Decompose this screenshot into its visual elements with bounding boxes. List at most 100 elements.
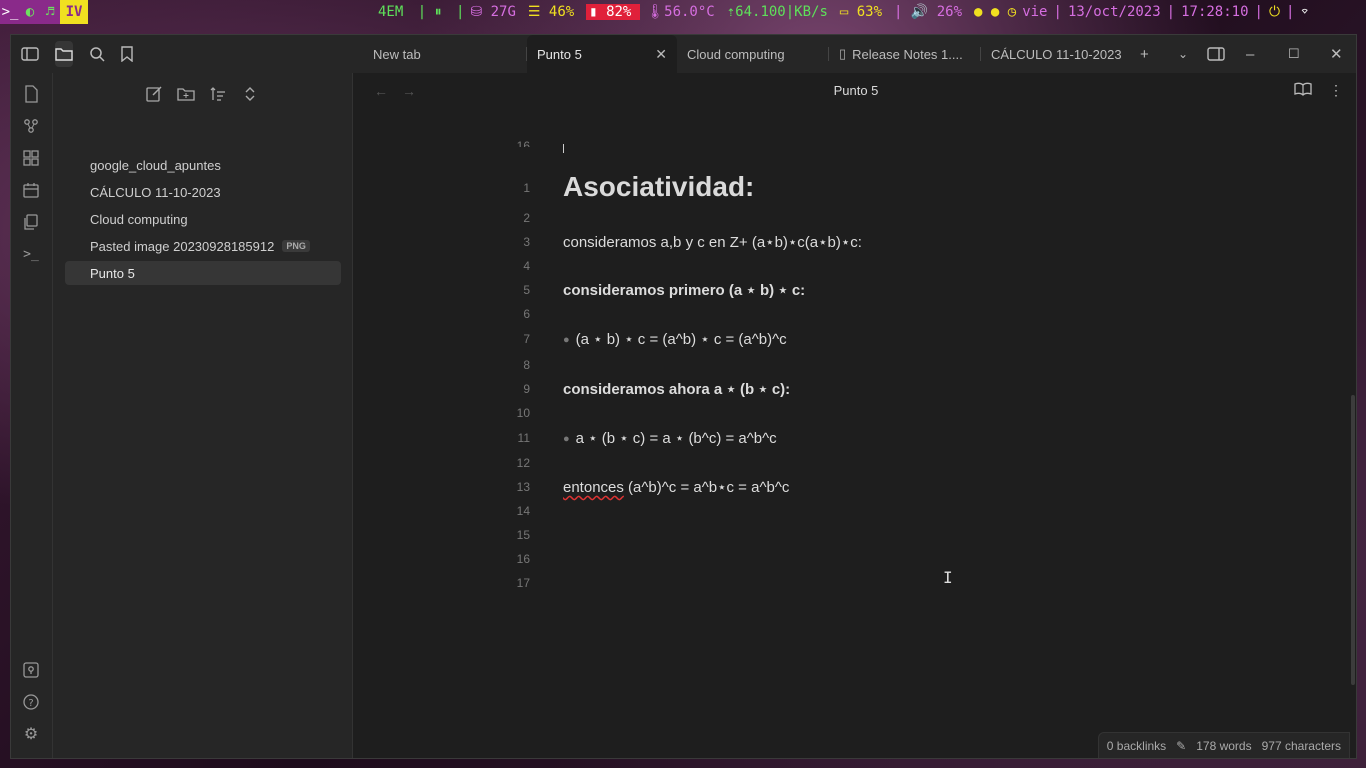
file-label: Punto 5 (90, 265, 135, 281)
list-item[interactable]: ● a ⋆ (b ⋆ c) = a ⋆ (b^c) = a^b^c (563, 429, 777, 447)
left-ribbon: >_ ? ⚙ (11, 73, 53, 758)
bookmark-icon[interactable] (121, 41, 133, 67)
vault-switcher-icon[interactable] (20, 659, 42, 681)
obsidian-window: New tab Punto 5 ✕ Cloud computing ▯ Releas… (10, 34, 1357, 759)
list-item-text: (a ⋆ b) ⋆ c = (a^b) ⋆ c = (a^b)^c (575, 331, 787, 348)
tab-new-tab[interactable]: New tab (363, 35, 527, 73)
extra-icons: ● ● ◷ (974, 4, 1017, 20)
list-item[interactable]: ● (a ⋆ b) ⋆ c = (a^b) ⋆ c = (a^b)^c (563, 330, 787, 348)
tab-bar: New tab Punto 5 ✕ Cloud computing ▯ Releas… (363, 35, 1133, 73)
volume-value: 26% (936, 4, 963, 20)
status-modules: 4EM | ⏸ | ⛁ 27G ☰ 46% ▮ 82% 🌡56.0°C ⇡64.… (378, 4, 1309, 20)
line-number: 7 (523, 332, 530, 346)
file-item[interactable]: Cloud computing (65, 207, 341, 231)
line-number: 14 (516, 504, 530, 518)
heading-line[interactable]: Asociatividad: (563, 171, 754, 203)
line-number: 13 (516, 480, 530, 494)
new-tab-icon[interactable]: + (1140, 35, 1149, 73)
expand-collapse-icon[interactable] (239, 83, 261, 105)
folder-icon[interactable] (55, 41, 73, 67)
line-number: 16 (516, 139, 530, 147)
tab-punto-5[interactable]: Punto 5 ✕ (527, 35, 677, 73)
file-item[interactable]: CÁLCULO 11-10-2023 (65, 180, 341, 204)
tab-label: Cloud computing (687, 46, 785, 62)
disk-indicator: ⛁ 27G (470, 4, 516, 20)
line-number: 8 (523, 358, 530, 372)
brightness-value: 63% (856, 4, 883, 20)
temp-value: 56.0°C (664, 4, 715, 20)
close-window-icon[interactable]: ✕ (1330, 35, 1343, 73)
file-item[interactable]: Pasted image 20230928185912 PNG (65, 234, 341, 258)
open-quick-switcher-icon[interactable] (20, 83, 42, 105)
settings-gear-icon[interactable]: ⚙ (20, 723, 42, 745)
sort-icon[interactable] (207, 83, 229, 105)
line-number: 1 (523, 181, 530, 195)
tab-label: Release Notes 1.... (852, 46, 963, 62)
search-icon[interactable] (89, 41, 105, 67)
note-title: Punto 5 (833, 83, 879, 98)
editor-pane: ← → Punto 5 ⋮ 16 1 2 3 4 5 6 7 8 9 10 11… (354, 73, 1356, 758)
file-item[interactable]: google_cloud_apuntes (65, 153, 341, 177)
line-number: 11 (517, 431, 530, 445)
volume-indicator[interactable]: | 🔊 26% (894, 4, 968, 20)
bold-line[interactable]: consideramos primero (a ⋆ b) ⋆ c: (563, 281, 805, 299)
backlinks-count[interactable]: 0 backlinks (1107, 739, 1166, 753)
time-label: 17:28:10 (1181, 4, 1249, 20)
tab-release-notes[interactable]: ▯ Release Notes 1.... (829, 35, 981, 73)
temp-indicator: 🌡56.0°C (646, 4, 715, 20)
bullet-icon: ● (563, 334, 570, 347)
file-item-active[interactable]: Punto 5 (65, 261, 341, 285)
misspelled-word: entonces (563, 479, 624, 496)
net-label: 4EM (378, 4, 404, 20)
bullet-icon: ● (563, 433, 570, 446)
line-number: 4 (523, 259, 530, 273)
chevron-down-icon[interactable]: ⌄ (1178, 35, 1188, 73)
help-icon[interactable]: ? (20, 691, 42, 713)
close-icon[interactable]: ✕ (655, 46, 667, 63)
new-note-icon[interactable] (143, 83, 165, 105)
wifi-icon[interactable]: ⌔ (1300, 4, 1308, 20)
minimize-icon[interactable]: – (1246, 35, 1254, 73)
terminal-icon[interactable]: >_ (0, 0, 20, 24)
calendar-icon[interactable] (20, 179, 42, 201)
new-folder-icon[interactable] (175, 83, 197, 105)
power-icon[interactable]: ⏻ (1269, 4, 1280, 20)
list-item-text: a ⋆ (b ⋆ c) = a ⋆ (b^c) = a^b^c (575, 430, 777, 447)
pause-icon[interactable]: ⏸ (435, 4, 442, 20)
net-indicator: 4EM | ⏸ | (378, 4, 465, 20)
tab-label: CÁLCULO 11-10-2023 (991, 46, 1122, 62)
reading-view-icon[interactable] (1294, 82, 1312, 99)
canvas-icon[interactable] (20, 147, 42, 169)
ibeam-cursor-icon: I (943, 568, 953, 587)
browser-icon[interactable]: ◐ (20, 0, 40, 24)
tab-cloud-computing[interactable]: Cloud computing (677, 35, 829, 73)
date-label: 13/oct/2023 (1067, 4, 1161, 20)
graph-view-icon[interactable] (20, 115, 42, 137)
text-line[interactable]: consideramos a,b y c en Z+ (a⋆b)⋆c(a⋆b)⋆… (563, 233, 862, 251)
view-header: ← → Punto 5 ⋮ (354, 73, 1356, 109)
scrollbar[interactable] (1351, 395, 1355, 685)
file-label: Pasted image 20230928185912 (90, 238, 275, 254)
battery-indicator: ▮ 82% (586, 4, 641, 20)
svg-text:?: ? (28, 698, 33, 709)
day-label: vie (1022, 4, 1048, 20)
maximize-icon[interactable]: ☐ (1288, 35, 1300, 73)
title-bar: New tab Punto 5 ✕ Cloud computing ▯ Releas… (11, 35, 1356, 73)
tab-calculo[interactable]: CÁLCULO 11-10-2023 (981, 35, 1133, 73)
text-line[interactable]: entonces (a^b)^c = a^b⋆c = a^b^c (563, 478, 789, 496)
bold-line[interactable]: consideramos ahora a ⋆ (b ⋆ c): (563, 380, 790, 398)
templates-icon[interactable] (20, 211, 42, 233)
more-options-icon[interactable]: ⋮ (1329, 82, 1343, 99)
battery-value: 82% (606, 4, 632, 20)
line-number: 12 (516, 456, 530, 470)
music-icon[interactable]: ♬ (40, 0, 60, 24)
command-palette-icon[interactable]: >_ (20, 243, 42, 265)
char-count: 977 characters (1261, 738, 1341, 753)
sidebar-toggle-icon[interactable] (21, 41, 39, 67)
upload-value: 64.100|KB/s (735, 4, 828, 20)
edit-pencil-icon[interactable]: ✎ (1176, 739, 1186, 753)
line-number: 5 (523, 283, 530, 297)
right-sidebar-toggle-icon[interactable] (1207, 35, 1225, 73)
file-explorer: google_cloud_apuntes CÁLCULO 11-10-2023 … (53, 73, 353, 758)
workspace-current[interactable]: IV (60, 0, 88, 24)
